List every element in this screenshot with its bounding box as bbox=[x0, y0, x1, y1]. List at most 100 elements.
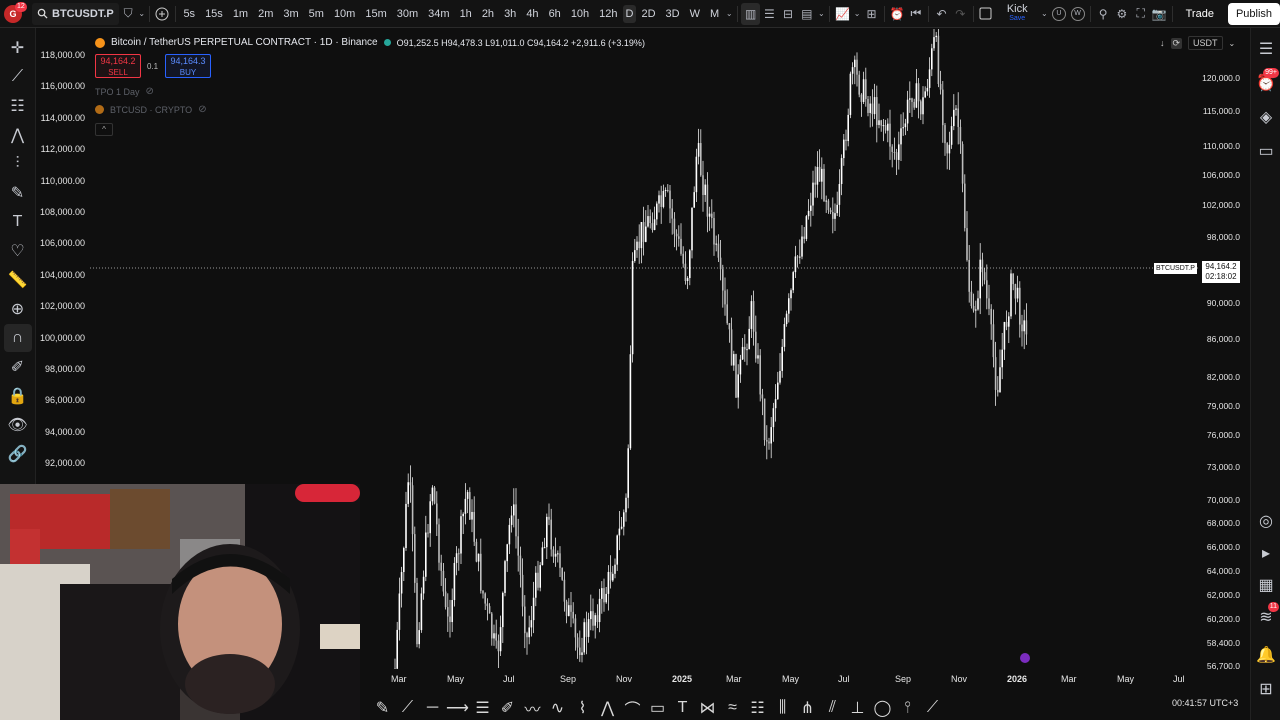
forecast-tool-icon[interactable]: ⫯ bbox=[897, 698, 918, 719]
symbol-search[interactable]: BTCUSDT.P bbox=[32, 2, 119, 25]
interval-5m[interactable]: 5m bbox=[304, 8, 329, 20]
replay-icon[interactable]: ⏮ bbox=[907, 3, 926, 25]
magnet-icon[interactable]: ∩ bbox=[3, 324, 32, 352]
parallel-tool-icon[interactable]: ☰ bbox=[472, 698, 493, 719]
wave-tool-icon[interactable]: ≈ bbox=[722, 698, 743, 719]
u-circle-button[interactable]: U bbox=[1049, 3, 1068, 25]
trade-button[interactable]: Trade bbox=[1176, 4, 1224, 24]
hline-tool-icon[interactable]: ─ bbox=[422, 698, 443, 719]
publish-button[interactable]: Publish bbox=[1227, 2, 1280, 25]
heart-icon[interactable]: ♡ bbox=[4, 237, 32, 265]
time-axis[interactable]: Mar May Jul Sep Nov 2025 Mar May Jul Sep Nov 2026 Ma… bbox=[360, 669, 1200, 689]
indicator-tpo[interactable]: TPO 1 Day ⊘ bbox=[95, 86, 154, 97]
interval-10m[interactable]: 10m bbox=[329, 8, 360, 20]
interval-3h[interactable]: 3h bbox=[499, 8, 521, 20]
bell-icon[interactable]: 🔔 bbox=[1255, 644, 1277, 666]
polyline-tool-icon[interactable]: ⋀ bbox=[597, 698, 618, 719]
chevron-down-icon[interactable]: ⌄ bbox=[852, 3, 862, 25]
interval-m[interactable]: M bbox=[705, 8, 724, 20]
rectangle-tool-icon[interactable]: ▭ bbox=[647, 698, 668, 719]
pattern-icon[interactable]: ⋀ bbox=[4, 121, 32, 149]
ruler-tool-icon[interactable]: ⟋ bbox=[922, 698, 943, 719]
fib-tool-icon[interactable]: ☷ bbox=[747, 698, 768, 719]
lock-icon[interactable]: 🔒 bbox=[4, 382, 32, 410]
zoom-in-icon[interactable]: ⊕ bbox=[4, 295, 32, 323]
crosshair-icon[interactable]: ✛ bbox=[4, 34, 32, 62]
chevron-down-icon[interactable]: ⌄ bbox=[1039, 3, 1049, 25]
buy-button[interactable]: 94,164.3 BUY bbox=[165, 54, 211, 78]
measure-tool-icon[interactable]: ⊥ bbox=[847, 698, 868, 719]
interval-4h[interactable]: 4h bbox=[521, 8, 543, 20]
interval-5s[interactable]: 5s bbox=[178, 8, 200, 20]
lock-drawing-icon[interactable]: ✐ bbox=[4, 353, 32, 381]
pitchfork-tool-icon[interactable]: ⋔ bbox=[797, 698, 818, 719]
brush-icon[interactable]: ✎ bbox=[4, 179, 32, 207]
legend-title[interactable]: Bitcoin / TetherUS PERPETUAL CONTRACT · … bbox=[111, 37, 378, 48]
chevron-down-icon[interactable]: ⌄ bbox=[816, 3, 826, 25]
interval-w[interactable]: W bbox=[685, 8, 705, 20]
brush-tool-icon[interactable]: ✐ bbox=[497, 698, 518, 719]
chevron-down-icon[interactable]: ⌄ bbox=[724, 3, 734, 25]
text-icon[interactable]: T bbox=[4, 208, 32, 236]
chart-type-icon[interactable]: 📈 bbox=[833, 3, 852, 25]
path-tool-icon[interactable]: 〰 bbox=[522, 698, 543, 719]
eye-off-icon[interactable]: ⊘ bbox=[146, 86, 154, 97]
currency-select[interactable]: USDT bbox=[1188, 36, 1223, 50]
calendar-icon[interactable]: ▦ bbox=[1255, 574, 1277, 596]
collapse-legend-button[interactable]: ^ bbox=[95, 123, 113, 136]
curve-tool-icon[interactable]: ∿ bbox=[547, 698, 568, 719]
undo-icon[interactable]: ↶ bbox=[932, 3, 951, 25]
interval-3m[interactable]: 3m bbox=[278, 8, 303, 20]
indicators-icon[interactable]: ⊟ bbox=[779, 3, 798, 25]
right-price-axis[interactable]: 120,000.0 115,000.0 110,000.0 106,000.0 102,… bbox=[1200, 29, 1250, 689]
interval-15s[interactable]: 15s bbox=[200, 8, 228, 20]
w-circle-button[interactable]: W bbox=[1068, 3, 1087, 25]
interval-6h[interactable]: 6h bbox=[544, 8, 566, 20]
refresh-icon[interactable]: ⟳ bbox=[1170, 37, 1183, 49]
interval-10h[interactable]: 10h bbox=[566, 8, 594, 20]
text-tool-icon[interactable]: T bbox=[672, 698, 693, 719]
sell-button[interactable]: 94,164.2 SELL bbox=[95, 54, 141, 78]
watchlist-icon[interactable]: ☰ bbox=[1255, 38, 1277, 60]
user-avatar[interactable]: G 12 bbox=[0, 0, 27, 28]
candlestick-series[interactable] bbox=[394, 29, 1028, 669]
interval-34m[interactable]: 34m bbox=[423, 8, 454, 20]
circle-tool-icon[interactable]: ◯ bbox=[872, 698, 893, 719]
trend-line-icon[interactable]: ⟋ bbox=[4, 63, 32, 91]
interval-1m[interactable]: 1m bbox=[228, 8, 253, 20]
quick-search-icon[interactable]: ⚲ bbox=[1094, 3, 1113, 25]
help-icon[interactable]: ⊞ bbox=[1255, 678, 1277, 700]
layers-icon[interactable]: ◈ bbox=[1255, 106, 1277, 128]
fib-retracement-icon[interactable]: ☷ bbox=[4, 92, 32, 120]
line-tool-icon[interactable]: ⟋ bbox=[397, 698, 418, 719]
templates-icon[interactable]: ⊞ bbox=[862, 3, 881, 25]
add-symbol-icon[interactable] bbox=[153, 3, 172, 25]
chevron-down-icon[interactable]: ⌄ bbox=[1229, 39, 1236, 48]
clock-display[interactable]: 00:41:57 UTC+3 bbox=[1172, 698, 1238, 708]
chat-icon[interactable]: ▭ bbox=[1255, 140, 1277, 162]
interval-d[interactable]: D bbox=[622, 4, 637, 23]
stream-icon[interactable]: ≋ 11 bbox=[1255, 602, 1279, 628]
candles-style-icon[interactable]: ▥ bbox=[741, 2, 760, 25]
indicator-compare[interactable]: BTCUSD · CRYPTO ⊘ bbox=[95, 104, 207, 115]
compare-icon[interactable]: ⛉ bbox=[119, 3, 138, 25]
alerts-icon[interactable]: ⏰ 99+ bbox=[1255, 68, 1279, 94]
fullscreen-box-icon[interactable] bbox=[976, 3, 995, 25]
projection-tool-icon[interactable]: ⋈ bbox=[697, 698, 718, 719]
bars-style-icon[interactable]: ☰ bbox=[760, 3, 779, 25]
chevron-down-icon[interactable]: ⌄ bbox=[137, 3, 146, 25]
left-price-axis[interactable]: 118,000.00 116,000.00 114,000.00 112,000.00… bbox=[37, 29, 89, 479]
arc-tool-icon[interactable]: ⌒ bbox=[622, 698, 643, 719]
eye-off-icon[interactable]: ⊘ bbox=[198, 104, 206, 115]
link-icon[interactable]: 🔗 bbox=[4, 440, 32, 468]
interval-15m[interactable]: 15m bbox=[360, 8, 391, 20]
ruler-icon[interactable]: 📏 bbox=[4, 266, 32, 294]
alert-icon[interactable]: ⏰ bbox=[888, 3, 907, 25]
event-marker-icon[interactable] bbox=[1020, 653, 1030, 663]
pencil-tool-icon[interactable]: ✎ bbox=[372, 698, 393, 719]
eye-icon[interactable]: 👁 bbox=[4, 411, 32, 439]
zigzag-tool-icon[interactable]: ⌇ bbox=[572, 698, 593, 719]
layout-name[interactable]: Kick Save bbox=[995, 0, 1039, 28]
camera-icon[interactable]: 📷 bbox=[1150, 3, 1169, 25]
ray-tool-icon[interactable]: ⟶ bbox=[446, 698, 469, 719]
